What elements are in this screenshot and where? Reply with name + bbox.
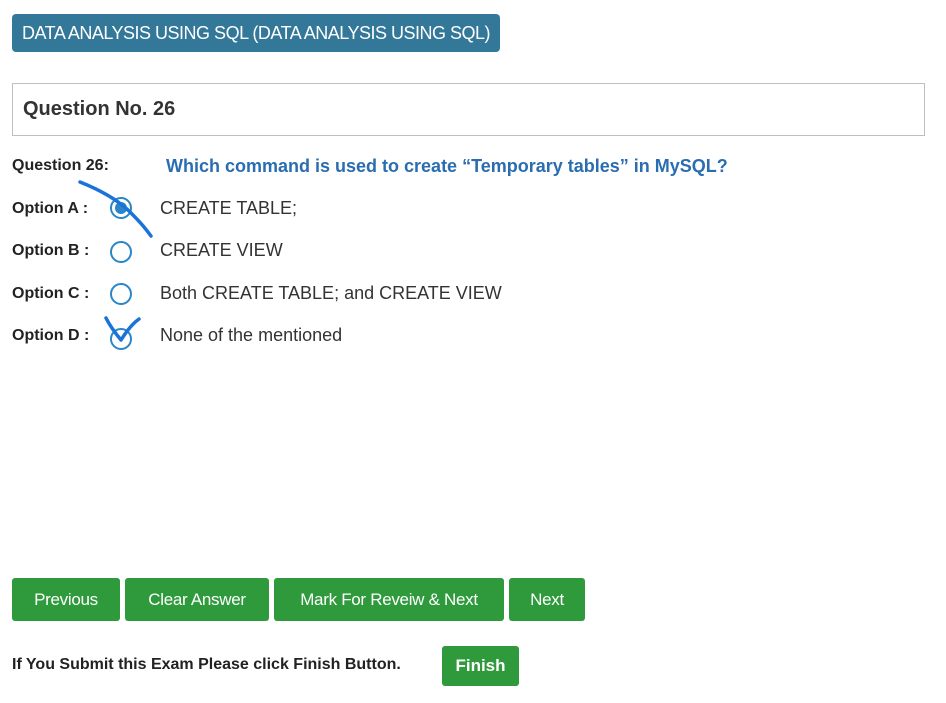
option-a-radio[interactable] <box>110 197 132 219</box>
next-button[interactable]: Next <box>509 578 585 621</box>
finish-instruction-text: If You Submit this Exam Please click Fin… <box>12 656 401 673</box>
option-b-label: Option B : <box>12 242 90 259</box>
option-d-radio[interactable] <box>110 328 132 350</box>
mark-review-next-button[interactable]: Mark For Reveiw & Next <box>274 578 504 621</box>
option-b-text: CREATE VIEW <box>160 240 283 260</box>
question-number-panel: Question No. 26 <box>12 83 925 136</box>
option-a-text: CREATE TABLE; <box>160 198 298 218</box>
option-b-radio[interactable] <box>110 241 132 263</box>
previous-button[interactable]: Previous <box>12 578 120 621</box>
clear-answer-button[interactable]: Clear Answer <box>125 578 269 621</box>
question-label: Question 26: <box>12 157 109 174</box>
option-d-label: Option D : <box>12 327 90 344</box>
option-c-text: Both CREATE TABLE; and CREATE VIEW <box>160 283 502 303</box>
option-c-radio[interactable] <box>110 283 132 305</box>
option-a-label: Option A : <box>12 200 89 217</box>
finish-button[interactable]: Finish <box>442 646 519 686</box>
option-d-text: None of the mentioned <box>160 325 343 345</box>
option-c-label: Option C : <box>12 285 90 302</box>
subject-title-badge: DATA ANALYSIS USING SQL (DATA ANALYSIS U… <box>12 14 500 52</box>
question-number-title: Question No. 26 <box>23 98 176 120</box>
question-text: Which command is used to create “Tempora… <box>166 156 728 176</box>
